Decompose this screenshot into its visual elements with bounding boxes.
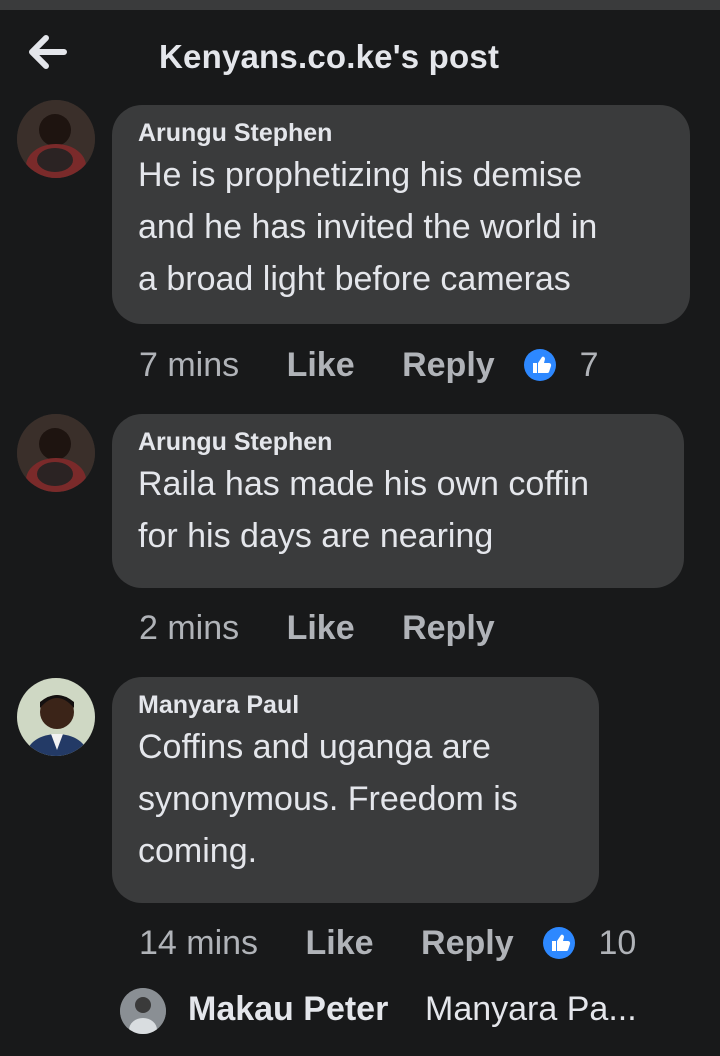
top-strip [0, 0, 720, 10]
like-reaction-icon[interactable] [524, 349, 557, 382]
comment-actions: 2 mins Like Reply [139, 606, 495, 648]
comment-text: He is prophetizing his demise and he has… [138, 149, 664, 305]
reply-button[interactable]: Reply [402, 608, 495, 648]
comment-bubble: Manyara Paul Coffins and uganga are syno… [112, 677, 599, 903]
comment-line: coming. [138, 832, 258, 870]
comment-line: and he has invited the world in [138, 208, 598, 246]
post-header: Kenyans.co.ke's post [0, 10, 720, 102]
comment-line: He is prophetizing his demise [138, 156, 583, 194]
comment-author[interactable]: Arungu Stephen [138, 428, 658, 456]
avatar[interactable] [120, 988, 166, 1034]
back-button[interactable] [24, 32, 72, 72]
avatar[interactable] [17, 414, 95, 492]
like-button[interactable]: Like [287, 608, 355, 648]
comment-line: synonymous. Freedom is [138, 780, 518, 818]
like-button[interactable]: Like [287, 345, 355, 385]
comment-text: Coffins and uganga are synonymous. Freed… [138, 721, 573, 877]
comment-actions: 7 mins Like Reply 7 [139, 343, 599, 385]
comment-line: Coffins and uganga are [138, 728, 491, 766]
comment-actions: 14 mins Like Reply 10 [139, 921, 637, 963]
comment-author[interactable]: Manyara Paul [138, 691, 573, 719]
comment-bubble: Arungu Stephen He is prophetizing his de… [112, 105, 690, 324]
reaction-count[interactable]: 7 [580, 345, 599, 385]
reply-button[interactable]: Reply [421, 923, 514, 963]
arrow-left-icon [29, 35, 67, 69]
avatar[interactable] [17, 100, 95, 178]
comment-timestamp[interactable]: 14 mins [139, 923, 258, 963]
user-photo-icon [120, 988, 166, 1034]
comment-timestamp[interactable]: 2 mins [139, 608, 239, 648]
reply-author[interactable]: Makau Peter [188, 990, 388, 1029]
comment-bubble: Arungu Stephen Raila has made his own co… [112, 414, 684, 588]
comment-line: a broad light before cameras [138, 260, 571, 298]
user-photo-icon [17, 414, 95, 492]
comment-line: Raila has made his own coffin [138, 465, 590, 503]
reaction-count[interactable]: 10 [599, 923, 637, 963]
comment-timestamp[interactable]: 7 mins [139, 345, 239, 385]
comment-line: for his days are nearing [138, 517, 494, 555]
page-title: Kenyans.co.ke's post [159, 38, 500, 75]
avatar[interactable] [17, 678, 95, 756]
user-photo-icon [17, 100, 95, 178]
like-reaction-icon[interactable] [543, 927, 576, 960]
comment-text: Raila has made his own coffin for his da… [138, 458, 658, 562]
reply-button[interactable]: Reply [402, 345, 495, 385]
user-photo-icon [17, 678, 95, 756]
comment-author[interactable]: Arungu Stephen [138, 119, 664, 147]
like-button[interactable]: Like [306, 923, 374, 963]
reply-snippet: Manyara Pa... [425, 990, 637, 1028]
